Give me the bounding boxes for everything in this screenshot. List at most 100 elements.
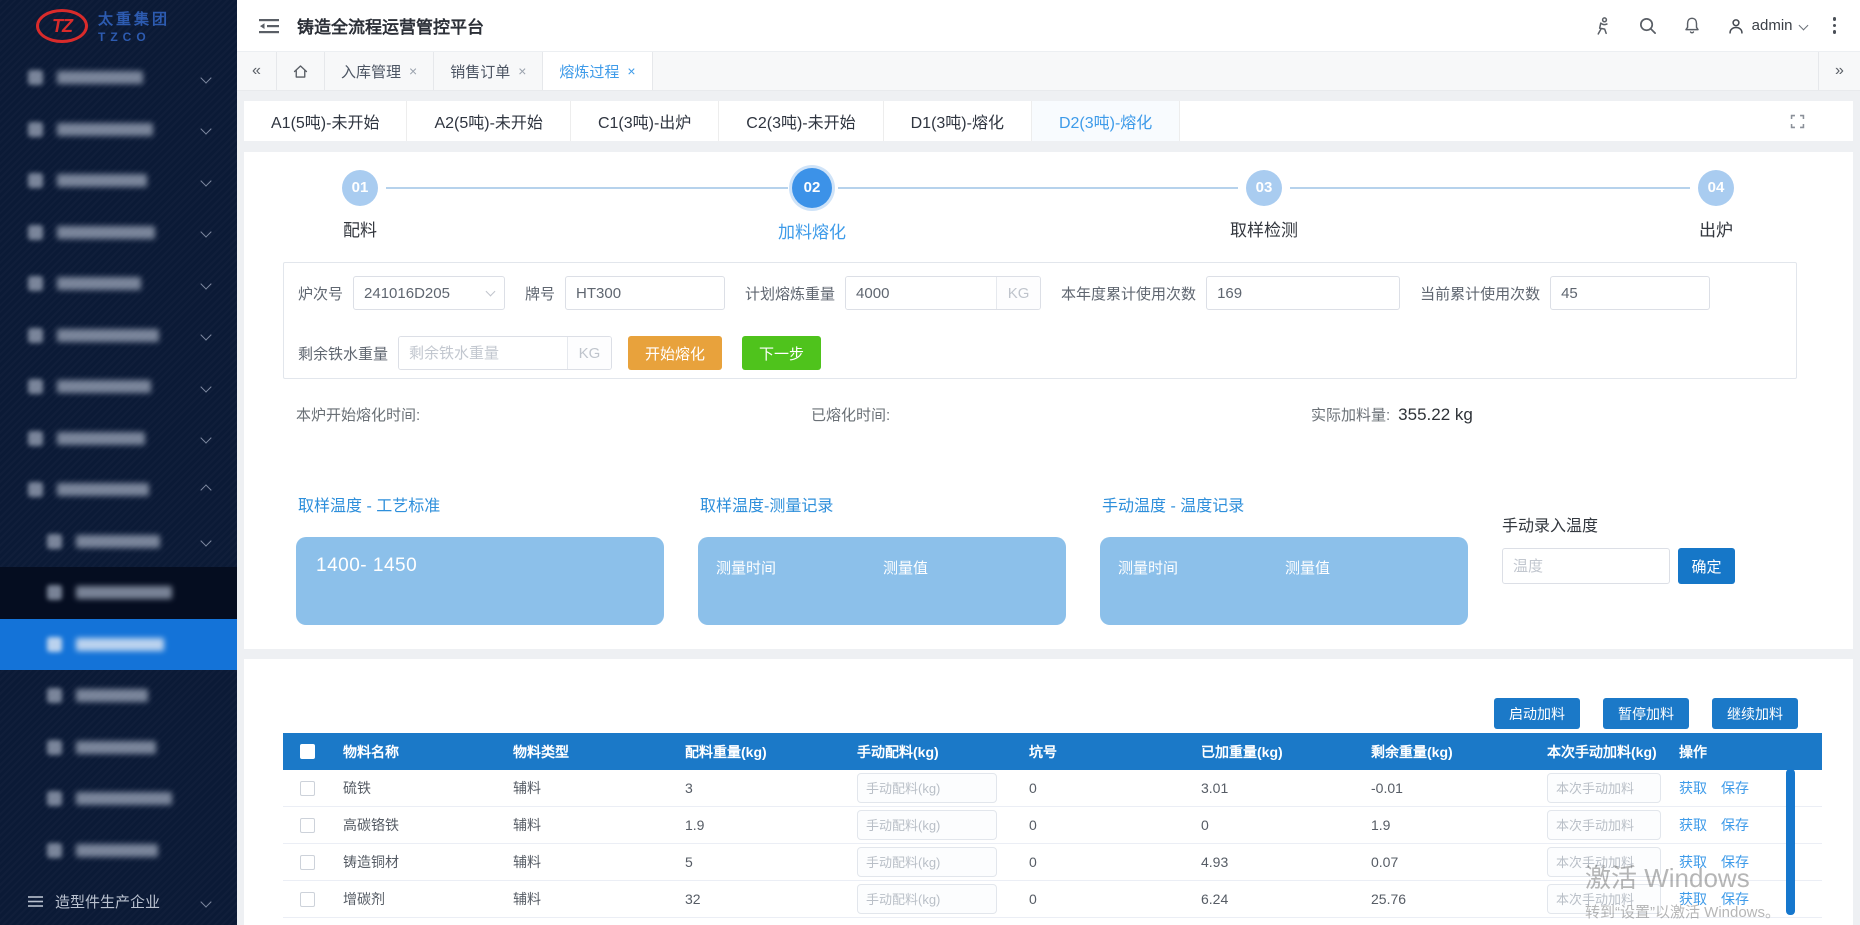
cell-remain-weight: -0.01: [1359, 780, 1535, 796]
row-checkbox[interactable]: [300, 818, 315, 833]
get-link[interactable]: 获取: [1679, 815, 1707, 835]
get-link[interactable]: 获取: [1679, 778, 1707, 798]
search-icon[interactable]: [1638, 16, 1657, 35]
furnace-tab-d2-active[interactable]: D2(3吨)-熔化: [1032, 101, 1180, 141]
menu-item-icon: [28, 379, 43, 394]
tab-melting-process[interactable]: 熔炼过程 ×: [543, 52, 652, 90]
pause-feeding-button[interactable]: 暂停加料: [1603, 698, 1689, 729]
current-count-input[interactable]: [1550, 276, 1710, 310]
chevron-down-icon: [486, 287, 496, 297]
sidebar-item-redacted-9-expanded[interactable]: [0, 464, 237, 516]
home-tab[interactable]: [277, 52, 325, 90]
row-checkbox[interactable]: [300, 781, 315, 796]
select-all-checkbox[interactable]: [300, 744, 315, 759]
sidebar-item-redacted-7[interactable]: [0, 361, 237, 413]
tab-sales-orders[interactable]: 销售订单 ×: [434, 52, 543, 90]
start-feeding-button[interactable]: 启动加料: [1494, 698, 1580, 729]
user-menu[interactable]: admin: [1727, 17, 1807, 35]
remain-weight-unit: KG: [567, 337, 611, 369]
fullscreen-icon[interactable]: [1771, 101, 1823, 141]
resume-feeding-button[interactable]: 继续加料: [1712, 698, 1798, 729]
tabs-scroll-right-icon[interactable]: »: [1818, 52, 1860, 90]
sidebar-item-redacted-5[interactable]: [0, 258, 237, 310]
manual-batch-input[interactable]: [857, 810, 997, 840]
sidebar-subitem-redacted-5[interactable]: [0, 722, 237, 774]
sidebar-item-redacted-3[interactable]: [0, 155, 237, 207]
plan-weight-label: 计划熔炼重量: [745, 283, 835, 304]
table-row: 高碳铬铁 辅料 1.9 0 0 1.9 获取 保存: [283, 807, 1822, 844]
cell-pit-no: 0: [1017, 817, 1189, 833]
tabs-scroll-left-icon[interactable]: «: [237, 52, 277, 90]
cell-material-name: 增碳剂: [331, 889, 501, 909]
confirm-button[interactable]: 确定: [1678, 548, 1735, 584]
manual-feed-input[interactable]: [1547, 810, 1661, 840]
manual-feed-input[interactable]: [1547, 847, 1661, 877]
save-link[interactable]: 保存: [1721, 852, 1749, 872]
remain-weight-field: KG: [398, 336, 612, 370]
close-icon[interactable]: ×: [518, 63, 526, 79]
step-sampling-testing: 03 取样检测: [1194, 168, 1334, 241]
cell-added-weight: 3.01: [1189, 780, 1359, 796]
menu-item-icon: [47, 585, 62, 600]
manual-feed-input[interactable]: [1547, 884, 1661, 914]
tab-inbound-management[interactable]: 入库管理 ×: [325, 52, 434, 90]
save-link[interactable]: 保存: [1721, 889, 1749, 909]
bell-icon[interactable]: [1683, 16, 1701, 35]
manual-batch-input[interactable]: [857, 884, 997, 914]
cell-pit-no: 0: [1017, 891, 1189, 907]
sidebar-item-molding-enterprise[interactable]: 造型件生产企业: [0, 876, 237, 925]
sidebar-item-redacted-4[interactable]: [0, 207, 237, 259]
furnace-tab-c2[interactable]: C2(3吨)-未开始: [719, 101, 883, 141]
sidebar-item-label: 造型件生产企业: [55, 891, 160, 912]
plan-weight-input[interactable]: [846, 277, 996, 309]
close-icon[interactable]: ×: [627, 63, 635, 79]
row-checkbox[interactable]: [300, 892, 315, 907]
close-icon[interactable]: ×: [409, 63, 417, 79]
row-checkbox[interactable]: [300, 855, 315, 870]
menu-item-icon: [47, 688, 62, 703]
sidebar-item-redacted-8[interactable]: [0, 413, 237, 465]
sidebar-subitem-redacted-6[interactable]: [0, 773, 237, 825]
sidebar-subitem-redacted-1[interactable]: [0, 516, 237, 568]
sidebar-subitem-redacted-2[interactable]: [0, 567, 237, 619]
manual-batch-input[interactable]: [857, 847, 997, 877]
manual-feed-input[interactable]: [1547, 773, 1661, 803]
guide-icon[interactable]: [1592, 16, 1612, 36]
cell-remain-weight: 25.76: [1359, 891, 1535, 907]
chevron-down-icon: [200, 330, 211, 341]
sidebar-subitem-selected[interactable]: [0, 619, 237, 671]
sidebar-subitem-redacted-7[interactable]: [0, 825, 237, 877]
sidebar-item-redacted-1[interactable]: [0, 52, 237, 104]
logo-name-en: TZCO: [98, 30, 170, 44]
grade-label: 牌号: [525, 283, 555, 304]
save-link[interactable]: 保存: [1721, 778, 1749, 798]
cell-pit-no: 0: [1017, 854, 1189, 870]
furnace-tab-d1[interactable]: D1(3吨)-熔化: [884, 101, 1032, 141]
furnace-tab-a2[interactable]: A2(5吨)-未开始: [407, 101, 570, 141]
remain-weight-input[interactable]: [399, 337, 567, 369]
more-menu-icon[interactable]: [1833, 17, 1837, 34]
sidebar-subitem-redacted-4[interactable]: [0, 670, 237, 722]
table-header-row: 物料名称 物料类型 配料重量(kg) 手动配料(kg) 坑号 已加重量(kg) …: [283, 733, 1822, 770]
cell-added-weight: 0: [1189, 817, 1359, 833]
year-count-input[interactable]: [1206, 276, 1400, 310]
manual-batch-input[interactable]: [857, 773, 997, 803]
cell-pit-no: 0: [1017, 780, 1189, 796]
sidebar-item-redacted-6[interactable]: [0, 310, 237, 362]
save-link[interactable]: 保存: [1721, 815, 1749, 835]
get-link[interactable]: 获取: [1679, 852, 1707, 872]
collapse-menu-icon[interactable]: [259, 17, 279, 35]
furnace-no-select[interactable]: 241016D205: [353, 276, 505, 310]
melting-panel: 01 配料 02 加料熔化 03 取样检测 04 出炉 炉次号: [244, 152, 1853, 649]
next-step-button[interactable]: 下一步: [742, 336, 821, 370]
year-count-label: 本年度累计使用次数: [1061, 283, 1196, 304]
furnace-tab-c1[interactable]: C1(3吨)-出炉: [571, 101, 719, 141]
start-melt-button[interactable]: 开始熔化: [628, 336, 722, 370]
grade-input[interactable]: [565, 276, 725, 310]
table-scrollbar[interactable]: [1786, 769, 1795, 915]
get-link[interactable]: 获取: [1679, 889, 1707, 909]
sidebar-item-redacted-2[interactable]: [0, 104, 237, 156]
furnace-tab-a1[interactable]: A1(5吨)-未开始: [244, 101, 407, 141]
temperature-input[interactable]: [1502, 548, 1670, 584]
page: TZ 太重集团 TZCO: [0, 0, 1860, 925]
